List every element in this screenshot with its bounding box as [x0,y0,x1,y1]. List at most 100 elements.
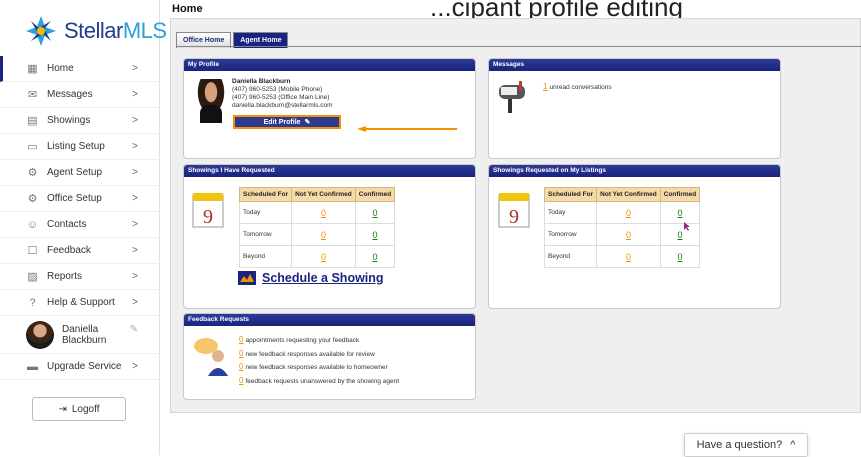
sidebar-item-label: Office Setup [47,193,102,204]
column-header: Scheduled For [238,187,293,202]
not-confirmed-count[interactable]: 0 [291,201,356,224]
confirmed-count[interactable]: 0 [659,245,701,268]
sidebar-item-showings[interactable]: ▤ Showings > [0,108,160,134]
star-logo-icon [26,16,56,46]
table-row: Tomorrow 0 0 [543,223,701,246]
panel-heading: My Profile [184,59,475,71]
table-header-row: Scheduled For Not Yet Confirmed Confirme… [238,187,396,202]
sidebar-item-help-support[interactable]: ? Help & Support > [0,290,160,316]
edit-profile-button[interactable]: Edit Profile ✎ [233,115,341,129]
row-label: Tomorrow [543,223,598,246]
feedback-count[interactable]: 0 [239,362,243,371]
confirmed-count[interactable]: 0 [659,223,701,246]
home-icon: ▦ [27,63,38,75]
stellar-mls-logo[interactable]: StellarMLS [24,14,167,48]
calendar-icon: 9 [498,193,530,228]
envelope-icon: ✉ [27,89,38,101]
pencil-icon: ✎ [304,119,311,126]
sidebar-item-agent-setup[interactable]: ⚙ Agent Setup > [0,160,160,186]
caption-banner: ...cipant profile editing [430,0,683,18]
table-row: Today 0 0 [543,201,701,224]
sidebar-item-office-setup[interactable]: ⚙ Office Setup > [0,186,160,212]
chevron-right-icon: > [132,219,138,230]
table-row: Today 0 0 [238,201,396,224]
column-header: Confirmed [659,187,701,202]
my-profile-panel: My Profile Daniella Blackburn (407) 960-… [183,58,476,159]
chevron-right-icon: > [132,193,138,204]
calendar-icon: ▤ [27,115,38,127]
feedback-list: 0 appointments requesting your feedback 0… [239,334,399,388]
row-label: Beyond [238,245,293,268]
sidebar-item-label: Agent Setup [47,167,103,178]
list-item: 0 new feedback responses available to hom… [239,362,388,371]
showings-listings-table: Scheduled For Not Yet Confirmed Confirme… [543,187,701,268]
chevron-right-icon: > [132,141,138,152]
column-header: Not Yet Confirmed [596,187,661,202]
confirmed-count[interactable]: 0 [354,201,396,224]
contacts-icon: ☺ [26,218,39,231]
schedule-showing-link[interactable]: Schedule a Showing [238,271,384,285]
office-setup-icon: ⚙ [27,193,38,205]
panel-heading: Showings Requested on My Listings [489,165,780,177]
row-label: Tomorrow [238,223,293,246]
logo-text: StellarMLS [64,18,167,43]
not-confirmed-count[interactable]: 0 [596,223,661,246]
feedback-count[interactable]: 0 [239,335,243,344]
row-label: Today [238,201,293,224]
pencil-icon[interactable]: ✎ [130,324,138,335]
list-item: 0 feedback requests unanswered by the sho… [239,375,400,385]
profile-photo [192,79,230,123]
sidebar-item-home[interactable]: ▦ Home > [0,56,160,82]
chevron-right-icon: > [132,167,138,178]
profile-email: daniella.blackburn@stellarmls.com [232,102,333,109]
help-icon: ? [29,296,36,309]
sidebar-item-reports[interactable]: ▨ Reports > [0,264,160,290]
sidebar-item-label: Feedback [47,245,91,256]
feedback-count[interactable]: 0 [239,349,243,358]
confirmed-count[interactable]: 0 [354,245,396,268]
not-confirmed-count[interactable]: 0 [291,223,356,246]
chevron-right-icon: > [132,63,138,74]
have-a-question-button[interactable]: Have a question? ^ [684,433,808,457]
logoff-button[interactable]: ⇥ Logoff [32,397,126,421]
showings-requested-table: Scheduled For Not Yet Confirmed Confirme… [238,187,396,268]
profile-office-phone: (407) 960-5253 (Office Main Line) [232,94,330,101]
sidebar-item-upgrade-service[interactable]: ▬ Upgrade Service > [0,354,160,380]
showings-listings-panel: Showings Requested on My Listings 9 Sche… [488,164,781,309]
table-row: Beyond 0 0 [543,245,701,268]
not-confirmed-count[interactable]: 0 [291,245,356,268]
confirmed-count[interactable]: 0 [354,223,396,246]
sidebar-item-label: Home [47,63,74,74]
sidebar-item-contacts[interactable]: ☺ Contacts > [0,212,160,238]
mouse-cursor-icon [684,222,690,231]
sidebar-profile[interactable]: Daniella Blackburn ✎ [0,316,160,354]
mailbox-icon [499,81,525,113]
chevron-up-icon: ^ [790,439,796,451]
profile-details: Daniella Blackburn (407) 960-5253 (Mobil… [232,78,333,110]
sidebar-item-messages[interactable]: ✉ Messages > [0,82,160,108]
agent-setup-icon: ⚙ [27,167,38,179]
not-confirmed-count[interactable]: 0 [596,245,661,268]
not-confirmed-count[interactable]: 0 [596,201,661,224]
unread-messages[interactable]: 1 unread conversations [543,82,612,91]
feedback-count[interactable]: 0 [239,376,243,385]
row-label: Beyond [543,245,598,268]
page-title: Home [172,3,203,15]
chevron-right-icon: > [132,297,138,308]
table-header-row: Scheduled For Not Yet Confirmed Confirme… [543,187,701,202]
table-row: Beyond 0 0 [238,245,396,268]
confirmed-count[interactable]: 0 [659,201,701,224]
sidebar-nav: ▦ Home > ✉ Messages > ▤ Showings > ▭ Listing Se… [0,56,160,380]
column-header: Not Yet Confirmed [291,187,356,202]
sidebar-item-feedback[interactable]: ☐ Feedback > [0,238,160,264]
panel-heading: Messages [489,59,780,71]
sidebar-item-label: Upgrade Service [47,361,122,372]
sidebar-item-label: Listing Setup [47,141,105,152]
showings-requested-panel: Showings I Have Requested 9 Scheduled Fo… [183,164,476,309]
svg-text:9: 9 [509,206,519,228]
sidebar-item-listing-setup[interactable]: ▭ Listing Setup > [0,134,160,160]
unread-count[interactable]: 1 [543,82,547,91]
sidebar-item-label: Help & Support [47,297,115,308]
panel-heading: Feedback Requests [184,314,475,326]
avatar [26,320,54,349]
